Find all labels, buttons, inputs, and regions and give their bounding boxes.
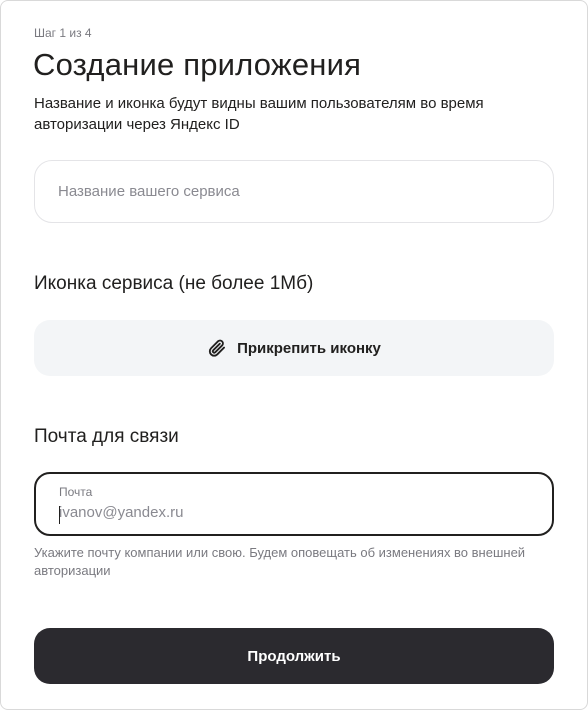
continue-button[interactable]: Продолжить [34, 628, 554, 684]
text-caret [59, 506, 60, 524]
continue-button-label: Продолжить [247, 647, 341, 665]
attach-icon-label: Прикрепить иконку [237, 339, 381, 357]
service-name-field[interactable] [34, 160, 554, 223]
icon-section-title: Иконка сервиса (не более 1Мб) [34, 273, 314, 294]
email-field[interactable]: Почта [34, 472, 554, 536]
attach-icon-button[interactable]: Прикрепить иконку [34, 320, 554, 376]
app-creation-form: Шаг 1 из 4 Создание приложения Название … [0, 0, 588, 710]
mail-section-title: Почта для связи [34, 426, 179, 447]
service-name-input[interactable] [58, 183, 553, 200]
step-indicator: Шаг 1 из 4 [34, 26, 92, 40]
page-subtitle: Название и иконка будут видны вашим поль… [34, 95, 484, 133]
email-field-label: Почта [59, 485, 93, 499]
page-title: Создание приложения [33, 47, 362, 82]
email-hint: Укажите почту компании или свою. Будем о… [34, 545, 526, 578]
paperclip-icon [209, 339, 226, 357]
email-input[interactable] [59, 504, 539, 521]
